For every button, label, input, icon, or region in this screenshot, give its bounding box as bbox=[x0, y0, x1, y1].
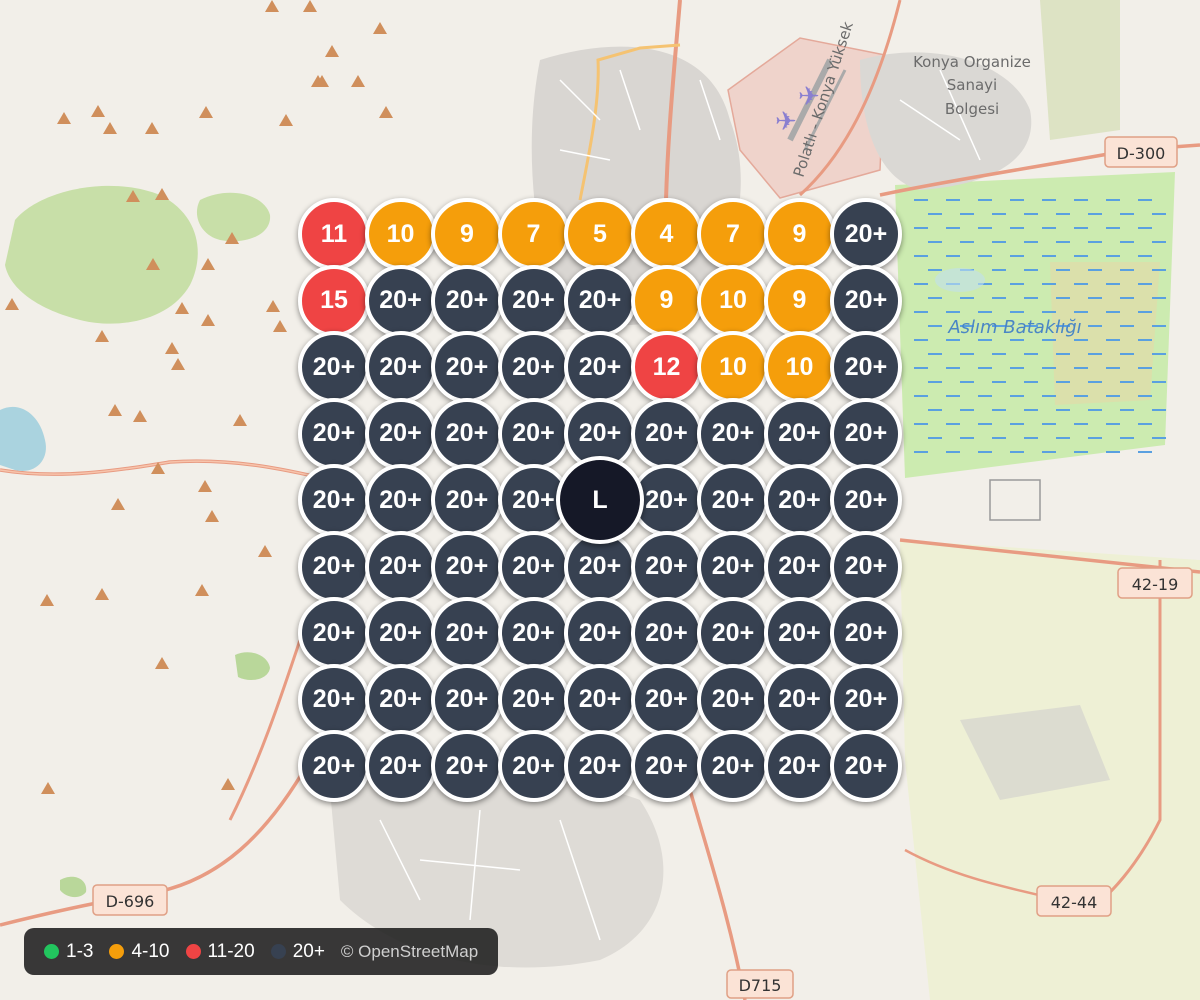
count-marker[interactable]: 20+ bbox=[564, 730, 636, 802]
count-marker[interactable]: 20+ bbox=[497, 730, 570, 802]
count-marker[interactable]: 20+ bbox=[564, 331, 636, 403]
count-marker[interactable]: 20+ bbox=[830, 198, 902, 270]
count-marker[interactable]: 20+ bbox=[564, 663, 636, 736]
count-marker[interactable]: 9 bbox=[763, 264, 836, 337]
count-marker[interactable]: 20+ bbox=[564, 264, 636, 337]
count-marker[interactable]: 20+ bbox=[830, 464, 902, 536]
legend-dot-icon bbox=[270, 944, 286, 959]
count-marker[interactable]: 20+ bbox=[830, 397, 902, 470]
count-marker[interactable]: 20+ bbox=[830, 264, 902, 337]
count-marker[interactable]: 20+ bbox=[830, 530, 902, 603]
count-marker[interactable]: 20+ bbox=[298, 397, 370, 470]
legend-item: 20+ bbox=[270, 940, 325, 963]
count-marker[interactable]: 10 bbox=[697, 331, 769, 403]
center-location-marker[interactable]: L bbox=[556, 456, 644, 544]
count-marker[interactable]: 20+ bbox=[497, 530, 570, 603]
count-marker[interactable]: 9 bbox=[431, 198, 503, 270]
count-marker[interactable]: 20+ bbox=[763, 730, 836, 802]
count-marker[interactable]: 20+ bbox=[497, 264, 570, 337]
legend-item: 1-3 bbox=[44, 941, 93, 963]
count-marker[interactable]: 4 bbox=[630, 198, 703, 270]
count-marker[interactable]: 20+ bbox=[497, 331, 570, 403]
count-marker[interactable]: 10 bbox=[697, 264, 769, 337]
count-marker[interactable]: 20+ bbox=[431, 464, 503, 536]
count-marker[interactable]: 20+ bbox=[830, 663, 902, 736]
count-marker[interactable]: 20+ bbox=[630, 730, 703, 802]
legend-dot-icon bbox=[109, 944, 125, 959]
count-marker[interactable]: 20+ bbox=[763, 464, 836, 536]
count-marker[interactable]: 20+ bbox=[763, 530, 836, 603]
legend-label: 11-20 bbox=[207, 940, 255, 962]
count-marker[interactable]: 20+ bbox=[364, 663, 437, 736]
count-marker[interactable]: 9 bbox=[630, 264, 703, 337]
count-marker[interactable]: 20+ bbox=[830, 730, 902, 802]
legend-item: 4-10 bbox=[109, 940, 170, 963]
legend-label: 4-10 bbox=[131, 940, 170, 962]
count-marker[interactable]: 20+ bbox=[497, 663, 570, 736]
legend: 1-3 4-10 11-20 20+ © OpenStreetMap bbox=[24, 928, 499, 975]
count-marker[interactable]: 12 bbox=[630, 331, 703, 403]
count-marker[interactable]: 20+ bbox=[364, 331, 437, 403]
count-marker[interactable]: 20+ bbox=[298, 663, 370, 736]
count-marker[interactable]: 5 bbox=[564, 198, 636, 270]
count-marker[interactable]: 15 bbox=[298, 264, 370, 337]
count-marker[interactable]: 20+ bbox=[364, 264, 437, 337]
count-marker[interactable]: 20+ bbox=[697, 597, 769, 669]
count-marker[interactable]: 20+ bbox=[697, 397, 769, 470]
count-marker[interactable]: 7 bbox=[697, 198, 769, 270]
count-marker[interactable]: 20+ bbox=[763, 663, 836, 736]
count-marker[interactable]: 20+ bbox=[364, 397, 437, 470]
legend-item: 11-20 bbox=[185, 940, 255, 963]
count-marker[interactable]: 20+ bbox=[697, 530, 769, 603]
legend-label: 1-3 bbox=[66, 940, 94, 962]
legend-dot-icon bbox=[185, 944, 201, 959]
legend-label: 20+ bbox=[292, 940, 325, 962]
count-marker[interactable]: 20+ bbox=[497, 397, 570, 470]
count-marker[interactable]: 20+ bbox=[763, 397, 836, 470]
count-marker[interactable]: 20+ bbox=[830, 331, 902, 403]
count-marker[interactable]: 20+ bbox=[431, 264, 503, 337]
count-marker[interactable]: 20+ bbox=[830, 597, 902, 669]
count-marker[interactable]: 20+ bbox=[697, 663, 769, 736]
count-marker[interactable]: 20+ bbox=[431, 597, 503, 669]
count-marker[interactable]: 20+ bbox=[630, 663, 703, 736]
count-marker[interactable]: 20+ bbox=[431, 530, 503, 603]
count-marker[interactable]: 20+ bbox=[763, 597, 836, 669]
count-marker[interactable]: 20+ bbox=[630, 397, 703, 470]
count-marker[interactable]: 20+ bbox=[364, 530, 437, 603]
count-marker[interactable]: 20+ bbox=[431, 397, 503, 470]
count-marker[interactable]: 20+ bbox=[431, 730, 503, 802]
count-marker[interactable]: 7 bbox=[497, 198, 570, 270]
count-marker[interactable]: 20+ bbox=[298, 597, 370, 669]
count-marker[interactable]: 20+ bbox=[431, 331, 503, 403]
count-marker[interactable]: 20+ bbox=[697, 464, 769, 536]
legend-dot-icon bbox=[44, 944, 59, 959]
count-marker[interactable]: 20+ bbox=[298, 530, 370, 603]
count-marker[interactable]: 20+ bbox=[497, 597, 570, 669]
count-marker[interactable]: 20+ bbox=[364, 597, 437, 669]
count-marker[interactable]: 20+ bbox=[630, 597, 703, 669]
count-marker[interactable]: 20+ bbox=[364, 730, 437, 802]
map-view[interactable]: ✈ ✈ Konya Organize Sanayi Bolgesi Aslım … bbox=[0, 0, 1200, 1000]
count-marker[interactable]: 9 bbox=[763, 198, 836, 270]
count-marker[interactable]: 20+ bbox=[298, 331, 370, 403]
count-marker[interactable]: 20+ bbox=[364, 464, 437, 536]
count-marker[interactable]: 20+ bbox=[564, 597, 636, 669]
count-marker[interactable]: 20+ bbox=[697, 730, 769, 802]
count-marker[interactable]: 20+ bbox=[298, 464, 370, 536]
count-marker[interactable]: 20+ bbox=[431, 663, 503, 736]
count-marker-grid: 11 10 9 7 5 4 7 9 20+ 15 20+ 20+ 20+ 20+ 9 10 9 20+ 20+ 20+… bbox=[0, 0, 1200, 1000]
count-marker[interactable]: 20+ bbox=[630, 530, 703, 603]
count-marker[interactable]: 10 bbox=[763, 331, 836, 403]
count-marker[interactable]: 20+ bbox=[298, 730, 370, 802]
attribution-link[interactable]: © OpenStreetMap bbox=[341, 942, 478, 962]
count-marker[interactable]: 11 bbox=[298, 198, 370, 270]
count-marker[interactable]: 10 bbox=[364, 198, 437, 270]
